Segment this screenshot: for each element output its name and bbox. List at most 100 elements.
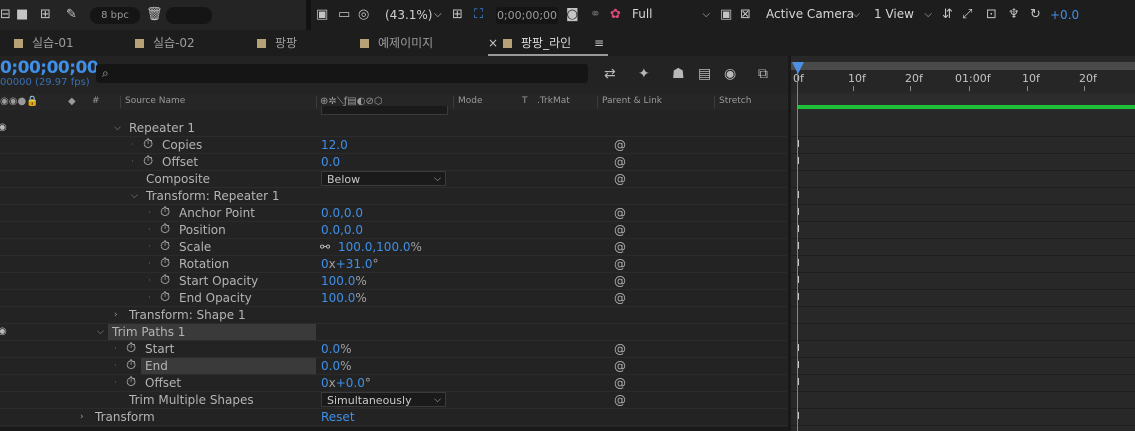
- stopwatch-icon[interactable]: ⏱: [160, 222, 170, 238]
- pickwhip-icon[interactable]: @: [614, 154, 626, 170]
- pickwhip-icon[interactable]: @: [614, 222, 626, 238]
- reset-link[interactable]: Reset: [321, 409, 355, 425]
- tab-실습-02[interactable]: 실습-02: [135, 30, 195, 56]
- resolution-dropdown[interactable]: Full ⌵: [628, 5, 714, 24]
- eye-icon[interactable]: ◉: [0, 324, 7, 340]
- show-snapshot-icon[interactable]: ⚭: [590, 0, 601, 30]
- column-stretch[interactable]: Stretch: [719, 96, 751, 106]
- flowchart-icon[interactable]: ♆: [1008, 0, 1020, 30]
- stopwatch-icon[interactable]: ⏱: [160, 205, 170, 221]
- folder-icon[interactable]: ■: [16, 0, 28, 30]
- twirl-open-icon[interactable]: ⌵: [97, 324, 104, 340]
- chevron-down-icon[interactable]: ⌵: [434, 0, 442, 30]
- work-area-bar[interactable]: [791, 62, 1135, 70]
- column-divider[interactable]: [714, 96, 715, 108]
- stopwatch-icon[interactable]: ⏱: [126, 341, 136, 357]
- column-divider[interactable]: [316, 96, 317, 108]
- tab-menu-icon[interactable]: ≡: [594, 30, 604, 56]
- layer-row-trim-offset[interactable]: · ⏱ Offset 0x+0.0° @: [0, 375, 790, 392]
- pickwhip-icon[interactable]: @: [614, 171, 626, 187]
- stopwatch-icon[interactable]: ⏱: [126, 358, 136, 374]
- frame-blending-icon[interactable]: ▤: [698, 66, 711, 82]
- composite-dropdown[interactable]: Below ⌵: [321, 171, 446, 186]
- transparency-grid-icon[interactable]: ⊞: [452, 0, 463, 30]
- trim-multiple-dropdown[interactable]: Simultaneously ⌵: [321, 392, 446, 407]
- flowchart-icon[interactable]: ⊟: [0, 0, 11, 30]
- column-hash[interactable]: #: [92, 96, 100, 106]
- motion-blur-icon[interactable]: ◉: [724, 66, 736, 82]
- toggle-transparency-icon[interactable]: ▣: [720, 0, 732, 30]
- property-value[interactable]: 0.0: [321, 154, 340, 170]
- draft-3d-icon[interactable]: ✦: [638, 66, 650, 82]
- stopwatch-icon[interactable]: ⏱: [126, 375, 136, 391]
- twirl-closed-icon[interactable]: ›: [114, 307, 118, 323]
- column-divider[interactable]: [453, 96, 454, 108]
- pickwhip-icon[interactable]: @: [614, 341, 626, 357]
- shy-layers-icon[interactable]: ☗: [672, 66, 685, 82]
- layer-row-transform[interactable]: › Transform Reset: [0, 409, 790, 426]
- layer-row-position[interactable]: · ⏱ Position 0.0,0.0 @: [0, 222, 790, 239]
- timeline-icon[interactable]: ⊡: [986, 0, 997, 30]
- layer-row-transform-shape[interactable]: › Transform: Shape 1: [0, 307, 790, 324]
- eye-icon[interactable]: ◉: [0, 120, 7, 136]
- tab-팡팡[interactable]: 팡팡: [257, 30, 297, 56]
- search-input[interactable]: [96, 64, 588, 83]
- layer-row-offset[interactable]: · ⏱ Offset 0.0 @: [0, 154, 790, 171]
- pickwhip-icon[interactable]: @: [614, 273, 626, 289]
- pickwhip-icon[interactable]: @: [614, 205, 626, 221]
- current-time-indicator[interactable]: [797, 62, 798, 431]
- exposure-value[interactable]: +0.0: [1050, 0, 1079, 30]
- layer-row-anchor-point[interactable]: · ⏱ Anchor Point 0.0,0.0 @: [0, 205, 790, 222]
- close-tab-icon[interactable]: ×: [488, 30, 498, 56]
- stopwatch-icon[interactable]: ⏱: [160, 239, 170, 255]
- column-source-name[interactable]: Source Name: [125, 96, 185, 106]
- layer-row-trim-end[interactable]: · ⏱ End 0.0% @: [0, 358, 790, 375]
- layer-row-end-opacity[interactable]: · ⏱ End Opacity 100.0% @: [0, 290, 790, 307]
- pickwhip-icon[interactable]: @: [614, 256, 626, 272]
- property-value[interactable]: 100.0,100.0%: [338, 239, 422, 255]
- property-value[interactable]: 0x+31.0°: [321, 256, 379, 272]
- layer-row-transform-repeater[interactable]: ⌵ Transform: Repeater 1: [0, 188, 790, 205]
- property-value[interactable]: 0.0%: [321, 358, 352, 374]
- camera-snapshot-icon[interactable]: ◙: [566, 0, 579, 30]
- layer-row-scale[interactable]: · ⏱ Scale ⚯ 100.0,100.0% @: [0, 239, 790, 256]
- view-layout-dropdown[interactable]: 1 View ⌵: [870, 5, 936, 24]
- stopwatch-icon[interactable]: ⏱: [143, 154, 153, 170]
- camera-dropdown[interactable]: Active Camera ⌵: [762, 5, 864, 24]
- layer-row-rotation[interactable]: · ⏱ Rotation 0x+31.0° @: [0, 256, 790, 273]
- layer-row-start-opacity[interactable]: · ⏱ Start Opacity 100.0% @: [0, 273, 790, 290]
- color-channel-icon[interactable]: ✿: [610, 0, 621, 30]
- pickwhip-icon[interactable]: @: [614, 137, 626, 153]
- layer-row-trim-paths[interactable]: ◉ ⌵ Trim Paths 1: [0, 324, 790, 341]
- column-parent-link[interactable]: Parent & Link: [602, 96, 662, 106]
- viewer-timecode[interactable]: 0;00;00;00: [496, 7, 558, 24]
- current-time-display[interactable]: 0;00;00;00: [0, 58, 99, 78]
- pickwhip-icon[interactable]: @: [614, 358, 626, 374]
- composition-mini-flowchart-icon[interactable]: ⇄: [604, 66, 616, 82]
- property-value[interactable]: 0.0,0.0: [321, 205, 363, 221]
- fast-preview-icon[interactable]: ⤢: [962, 0, 972, 30]
- current-time-indicator-head[interactable]: [792, 62, 804, 74]
- monitor-icon[interactable]: ▣: [316, 0, 328, 30]
- pickwhip-icon[interactable]: @: [614, 392, 626, 408]
- stopwatch-icon[interactable]: ⏱: [160, 256, 170, 272]
- layer-row-trim-multiple[interactable]: Trim Multiple Shapes Simultaneously ⌵ @: [0, 392, 790, 409]
- stopwatch-icon[interactable]: ⏱: [160, 273, 170, 289]
- property-value[interactable]: 0x+0.0°: [321, 375, 371, 391]
- column-divider[interactable]: [597, 96, 598, 108]
- layer-row-repeater[interactable]: ◉ ⌵ Repeater 1: [0, 120, 790, 137]
- property-value[interactable]: 12.0: [321, 137, 348, 153]
- column-mode[interactable]: Mode: [458, 96, 483, 106]
- graph-editor-icon[interactable]: ⧉: [758, 66, 768, 82]
- property-value[interactable]: 100.0%: [321, 273, 367, 289]
- reset-exposure-icon[interactable]: ↻: [1030, 0, 1041, 30]
- pickwhip-icon[interactable]: @: [614, 239, 626, 255]
- 3d-view-icon[interactable]: ⊠: [740, 0, 751, 30]
- pickwhip-icon[interactable]: @: [614, 290, 626, 306]
- tab-팡팡_라인[interactable]: 팡팡_라인: [503, 30, 571, 56]
- twirl-open-icon[interactable]: ⌵: [114, 120, 121, 136]
- property-value[interactable]: 0.0%: [321, 341, 352, 357]
- layer-row-trim-start[interactable]: · ⏱ Start 0.0% @: [0, 341, 790, 358]
- trash-icon[interactable]: 🗑: [146, 0, 163, 30]
- tab-예제이미지[interactable]: 예제이미지: [360, 30, 433, 56]
